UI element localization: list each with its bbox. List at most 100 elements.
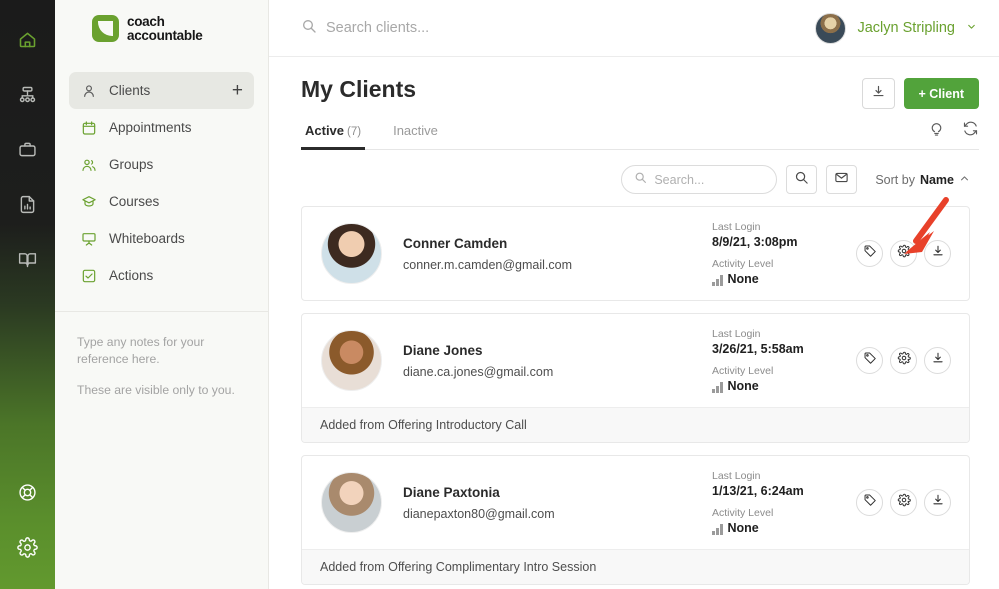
- activity-level-label: Activity Level: [712, 258, 774, 270]
- logo-line-1: coach: [127, 14, 165, 29]
- sidebar-item-whiteboards[interactable]: Whiteboards: [69, 220, 254, 257]
- report-icon[interactable]: [0, 177, 55, 232]
- download-icon: [871, 84, 886, 104]
- checkbox-icon: [80, 267, 97, 284]
- activity-level-label: Activity Level: [712, 365, 774, 377]
- settings-gear-icon[interactable]: [0, 520, 55, 575]
- sidebar-item-actions[interactable]: Actions: [69, 257, 254, 294]
- calendar-icon: [80, 119, 97, 136]
- leaf-logo-icon: [92, 15, 119, 42]
- last-login-label: Last Login: [712, 470, 761, 482]
- settings-button[interactable]: [890, 240, 917, 267]
- sidebar-notes[interactable]: Type any notes for your reference here. …: [55, 312, 268, 399]
- logo-line-2: accountable: [127, 27, 203, 43]
- gear-icon: [897, 244, 911, 263]
- page-header: My Clients + Client: [301, 57, 979, 109]
- client-card[interactable]: Diane Paxtonia dianepaxton80@gmail.com L…: [301, 455, 970, 585]
- download-icon: [931, 244, 945, 263]
- client-card[interactable]: Diane Jones diane.ca.jones@gmail.com Las…: [301, 313, 970, 443]
- sidebar-item-clients[interactable]: Clients +: [69, 72, 254, 109]
- sidebar-nav: Clients + Appointments Groups Courses Wh…: [55, 57, 268, 294]
- org-chart-icon[interactable]: [0, 67, 55, 122]
- sort-by-control[interactable]: Sort by Name: [875, 173, 970, 187]
- client-identity: Diane Jones diane.ca.jones@gmail.com: [382, 343, 712, 379]
- home-icon[interactable]: [0, 12, 55, 67]
- global-search[interactable]: [301, 18, 815, 39]
- tag-button[interactable]: [856, 489, 883, 516]
- tabs-row: Active (7) Inactive: [301, 120, 979, 150]
- sidebar-item-label: Groups: [109, 157, 154, 172]
- main-area: Jaclyn Stripling My Clients + Client: [269, 0, 999, 589]
- activity-level-row: None: [712, 521, 850, 535]
- download-icon: [931, 351, 945, 370]
- client-meta: Last Login 3/26/21, 5:58am Activity Leve…: [712, 328, 850, 393]
- search-icon: [634, 171, 647, 189]
- client-meta: Last Login 1/13/21, 6:24am Activity Leve…: [712, 470, 850, 535]
- client-card[interactable]: Conner Camden conner.m.camden@gmail.com …: [301, 206, 970, 301]
- sidebar-item-groups[interactable]: Groups: [69, 146, 254, 183]
- tab-inactive[interactable]: Inactive: [389, 123, 442, 150]
- export-download-button[interactable]: [861, 78, 895, 109]
- activity-block: Activity Level None: [712, 507, 850, 535]
- tab-active[interactable]: Active (7): [301, 123, 366, 150]
- last-login-value: 3/26/21, 5:58am: [712, 342, 804, 356]
- activity-block: Activity Level None: [712, 258, 850, 286]
- client-card-footer: Added from Offering Complimentary Intro …: [302, 549, 969, 584]
- message-clients-button[interactable]: [826, 165, 858, 194]
- person-icon: [80, 82, 97, 99]
- notes-line-1: Type any notes for your reference here.: [77, 335, 205, 366]
- tag-icon: [863, 244, 877, 263]
- download-icon: [931, 493, 945, 512]
- global-search-input[interactable]: [326, 20, 656, 36]
- client-search[interactable]: [621, 165, 778, 194]
- add-client-plus-icon[interactable]: +: [232, 81, 243, 100]
- activity-level-value: None: [727, 521, 759, 535]
- sidebar: coach accountable Clients + Appointments: [55, 0, 269, 589]
- client-card-body: Diane Jones diane.ca.jones@gmail.com Las…: [302, 314, 969, 407]
- sidebar-item-label: Courses: [109, 194, 160, 209]
- user-menu[interactable]: Jaclyn Stripling: [815, 12, 977, 44]
- client-identity: Diane Paxtonia dianepaxton80@gmail.com: [382, 485, 712, 521]
- activity-level-row: None: [712, 379, 850, 393]
- tag-button[interactable]: [856, 240, 883, 267]
- refresh-icon[interactable]: [962, 120, 979, 142]
- download-button[interactable]: [924, 240, 951, 267]
- add-client-button[interactable]: + Client: [903, 78, 979, 109]
- book-icon[interactable]: [0, 232, 55, 287]
- sidebar-item-courses[interactable]: Courses: [69, 183, 254, 220]
- client-identity: Conner Camden conner.m.camden@gmail.com: [382, 236, 712, 272]
- tag-button[interactable]: [856, 347, 883, 374]
- briefcase-icon[interactable]: [0, 122, 55, 177]
- advanced-search-button[interactable]: [786, 165, 818, 194]
- gear-icon: [897, 493, 911, 512]
- tab-active-label: Active: [305, 123, 345, 138]
- tag-icon: [863, 493, 877, 512]
- download-button[interactable]: [924, 347, 951, 374]
- client-card-actions: [850, 489, 951, 516]
- client-search-input[interactable]: [654, 172, 765, 187]
- people-icon: [80, 156, 97, 173]
- tab-active-count: (7): [347, 126, 362, 138]
- app-logo[interactable]: coach accountable: [55, 0, 268, 57]
- client-name: Diane Jones: [403, 342, 483, 358]
- settings-button[interactable]: [890, 489, 917, 516]
- last-login-label: Last Login: [712, 221, 761, 233]
- client-card-body: Diane Paxtonia dianepaxton80@gmail.com L…: [302, 456, 969, 549]
- settings-button[interactable]: [890, 347, 917, 374]
- sidebar-item-label: Whiteboards: [109, 231, 185, 246]
- lightbulb-icon[interactable]: [928, 120, 945, 142]
- sidebar-item-label: Appointments: [109, 120, 192, 135]
- app-root: coach accountable Clients + Appointments: [0, 0, 999, 589]
- activity-level-value: None: [727, 272, 759, 286]
- help-lifering-icon[interactable]: [0, 465, 55, 520]
- bar-chart-icon: [712, 275, 723, 286]
- tabs: Active (7) Inactive: [301, 123, 928, 150]
- download-button[interactable]: [924, 489, 951, 516]
- sidebar-item-appointments[interactable]: Appointments: [69, 109, 254, 146]
- page-header-actions: + Client: [861, 76, 979, 109]
- notes-line-2: These are visible only to you.: [77, 383, 235, 397]
- whiteboard-icon: [80, 230, 97, 247]
- last-login-value: 8/9/21, 3:08pm: [712, 235, 798, 249]
- last-login-value: 1/13/21, 6:24am: [712, 484, 804, 498]
- client-card-footer: Added from Offering Introductory Call: [302, 407, 969, 442]
